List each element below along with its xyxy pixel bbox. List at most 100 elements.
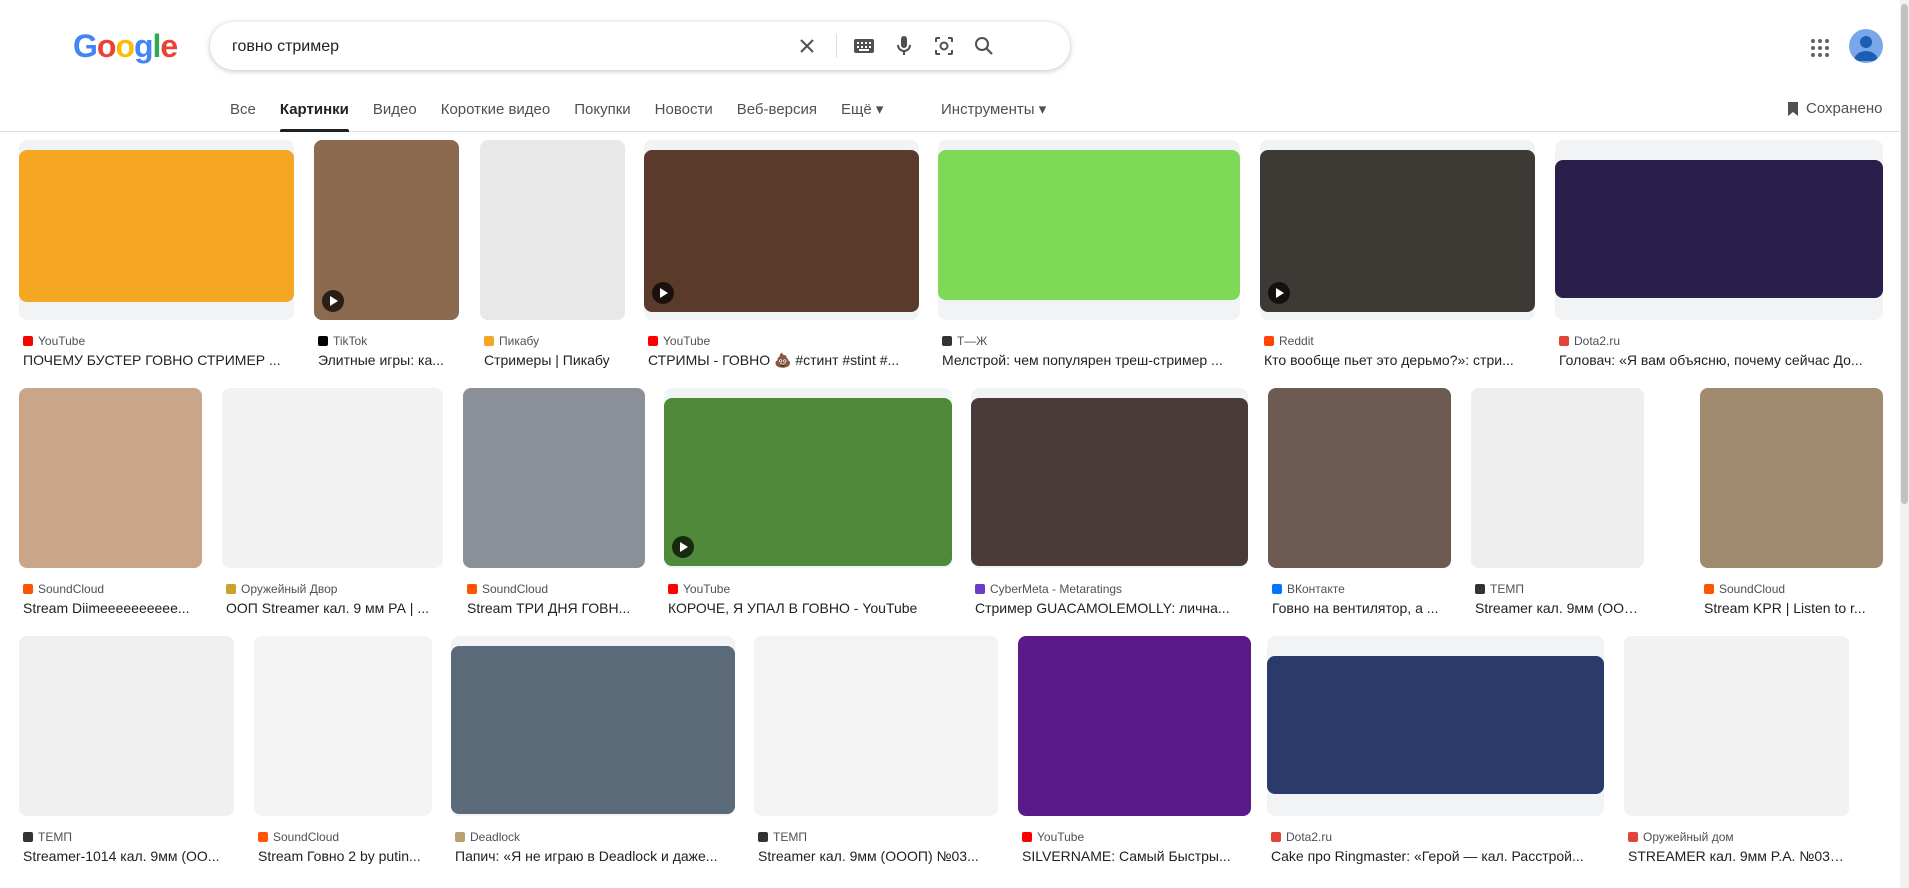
- result-source[interactable]: TikTok: [318, 334, 367, 348]
- scrollbar[interactable]: [1900, 0, 1909, 888]
- google-logo[interactable]: Google: [73, 28, 178, 65]
- apps-grid-icon[interactable]: [1808, 36, 1832, 60]
- result-thumbnail[interactable]: [938, 150, 1240, 300]
- result-title[interactable]: ООП Streamer кал. 9 мм РА | ...: [226, 600, 443, 616]
- result-title[interactable]: SILVERNAME: Самый Быстры...: [1022, 848, 1251, 864]
- result-title[interactable]: Stream Diimeeeeeeeeee...: [23, 600, 202, 616]
- result-thumbnail[interactable]: [1471, 388, 1644, 568]
- result-source[interactable]: Deadlock: [455, 830, 520, 844]
- result-thumbnail[interactable]: [1018, 636, 1251, 816]
- result-thumbnail[interactable]: [971, 398, 1248, 566]
- result-title[interactable]: Головач: «Я вам объясню, почему сейчас Д…: [1559, 352, 1883, 368]
- result-title[interactable]: ПОЧЕМУ БУСТЕР ГОВНО СТРИМЕР ...: [23, 352, 294, 368]
- result-source[interactable]: ВКонтакте: [1272, 582, 1345, 596]
- result-title[interactable]: СТРИМЫ - ГОВНО 💩 #стинт #stint #...: [648, 352, 919, 369]
- camera-lens-icon[interactable]: [932, 34, 956, 58]
- result-title[interactable]: Cake про Ringmaster: «Герой — кал. Расст…: [1271, 848, 1604, 864]
- result-source[interactable]: ТЕМП: [23, 830, 72, 844]
- image-result[interactable]: SoundCloud Stream Говно 2 by putin...: [254, 636, 432, 876]
- result-thumbnail[interactable]: [254, 636, 432, 816]
- image-result[interactable]: Reddit Кто вообще пьет это дерьмо?»: стри…: [1260, 140, 1535, 380]
- result-title[interactable]: Кто вообще пьет это дерьмо?»: стри...: [1264, 352, 1535, 368]
- result-title[interactable]: Стример GUACAMOLEMOLLY: лична...: [975, 600, 1248, 616]
- image-result[interactable]: TikTok Элитные игры: ка...: [314, 140, 459, 380]
- keyboard-icon[interactable]: [852, 34, 876, 58]
- result-thumbnail[interactable]: [754, 636, 998, 816]
- result-title[interactable]: Streamer кал. 9мм (ОООП) №03...: [758, 848, 998, 864]
- search-icon[interactable]: [972, 34, 996, 58]
- result-thumbnail[interactable]: [1260, 150, 1535, 312]
- result-title[interactable]: Stream Говно 2 by putin...: [258, 848, 432, 864]
- result-title[interactable]: Streamer-1014 кал. 9мм (ОО...: [23, 848, 234, 864]
- result-source[interactable]: YouTube: [1022, 830, 1084, 844]
- result-source[interactable]: YouTube: [648, 334, 710, 348]
- result-thumbnail[interactable]: [644, 150, 919, 312]
- result-source[interactable]: SoundCloud: [23, 582, 104, 596]
- result-source[interactable]: Пикабу: [484, 334, 539, 348]
- result-title[interactable]: Элитные игры: ка...: [318, 352, 459, 368]
- result-source[interactable]: CyberMeta - Metaratings: [975, 582, 1122, 596]
- image-result[interactable]: YouTube СТРИМЫ - ГОВНО 💩 #стинт #stint #.…: [644, 140, 919, 380]
- image-result[interactable]: Пикабу Стримеры | Пикабу: [480, 140, 625, 380]
- search-input[interactable]: [230, 22, 854, 72]
- result-source[interactable]: ТЕМП: [1475, 582, 1524, 596]
- result-thumbnail[interactable]: [314, 140, 459, 320]
- saved-button[interactable]: Сохранено: [1786, 97, 1882, 121]
- image-result[interactable]: SoundCloud Stream ТРИ ДНЯ ГОВН...: [463, 388, 645, 628]
- tab-2[interactable]: Видео: [373, 98, 417, 132]
- image-result[interactable]: Dota2.ru Головач: «Я вам объясню, почему …: [1555, 140, 1883, 380]
- result-source[interactable]: Reddit: [1264, 334, 1314, 348]
- result-source[interactable]: Dota2.ru: [1559, 334, 1620, 348]
- result-source[interactable]: Оружейный дом: [1628, 830, 1734, 844]
- avatar[interactable]: [1849, 29, 1883, 63]
- result-thumbnail[interactable]: [480, 140, 625, 320]
- result-thumbnail[interactable]: [222, 388, 443, 568]
- result-title[interactable]: Streamer кал. 9мм (ОООП) ...: [1475, 600, 1644, 616]
- result-thumbnail[interactable]: [1700, 388, 1883, 568]
- image-result[interactable]: SoundCloud Stream Diimeeeeeeeeee...: [19, 388, 202, 628]
- result-title[interactable]: Stream KPR | Listen to r...: [1704, 600, 1883, 616]
- result-source[interactable]: SoundCloud: [258, 830, 339, 844]
- result-title[interactable]: STREAMER кал. 9мм P.A. №03300...: [1628, 848, 1849, 864]
- image-result[interactable]: CyberMeta - Metaratings Стример GUACAMOLE…: [971, 388, 1248, 628]
- result-title[interactable]: Папич: «Я не играю в Deadlock и даже...: [455, 848, 735, 864]
- image-result[interactable]: YouTube КОРОЧЕ, Я УПАЛ В ГОВНО - YouTube: [664, 388, 952, 628]
- image-result[interactable]: Т—Ж Мелстрой: чем популярен треш-стример …: [938, 140, 1240, 380]
- result-thumbnail[interactable]: [463, 388, 645, 568]
- result-source[interactable]: Т—Ж: [942, 334, 987, 348]
- result-source[interactable]: ТЕМП: [758, 830, 807, 844]
- result-title[interactable]: КОРОЧЕ, Я УПАЛ В ГОВНО - YouTube: [668, 600, 952, 616]
- image-result[interactable]: ТЕМП Streamer кал. 9мм (ОООП) ...: [1471, 388, 1644, 628]
- tab-5[interactable]: Новости: [655, 98, 713, 132]
- result-thumbnail[interactable]: [1624, 636, 1849, 816]
- result-thumbnail[interactable]: [1267, 656, 1604, 794]
- result-thumbnail[interactable]: [19, 150, 294, 302]
- result-title[interactable]: Стримеры | Пикабу: [484, 352, 625, 368]
- result-title[interactable]: Stream ТРИ ДНЯ ГОВН...: [467, 600, 645, 616]
- tab-4[interactable]: Покупки: [574, 98, 630, 132]
- result-title[interactable]: Мелстрой: чем популярен треш-стример ...: [942, 352, 1240, 368]
- image-result[interactable]: Deadlock Папич: «Я не играю в Deadlock и …: [451, 636, 735, 876]
- tab-7[interactable]: Ещё ▾: [841, 98, 883, 132]
- result-title[interactable]: Говно на вентилятор, а ...: [1272, 600, 1451, 616]
- result-source[interactable]: SoundCloud: [467, 582, 548, 596]
- microphone-icon[interactable]: [892, 34, 916, 58]
- tab-1[interactable]: Картинки: [279, 98, 349, 132]
- result-source[interactable]: YouTube: [23, 334, 85, 348]
- tools-button[interactable]: Инструменты ▾: [941, 98, 1046, 122]
- image-result[interactable]: ТЕМП Streamer-1014 кал. 9мм (ОО...: [19, 636, 234, 876]
- image-result[interactable]: Оружейный дом STREAMER кал. 9мм P.A. №033…: [1624, 636, 1849, 876]
- result-thumbnail[interactable]: [451, 646, 735, 814]
- result-source[interactable]: Dota2.ru: [1271, 830, 1332, 844]
- tab-0[interactable]: Все: [230, 98, 256, 132]
- image-result[interactable]: YouTube ПОЧЕМУ БУСТЕР ГОВНО СТРИМЕР ...: [19, 140, 294, 380]
- result-thumbnail[interactable]: [1268, 388, 1451, 568]
- image-result[interactable]: SoundCloud Stream KPR | Listen to r...: [1700, 388, 1883, 628]
- image-result[interactable]: ТЕМП Streamer кал. 9мм (ОООП) №03...: [754, 636, 998, 876]
- tab-3[interactable]: Короткие видео: [441, 98, 551, 132]
- image-result[interactable]: Оружейный Двор ООП Streamer кал. 9 мм РА …: [222, 388, 443, 628]
- result-thumbnail[interactable]: [19, 388, 202, 568]
- image-result[interactable]: YouTube SILVERNAME: Самый Быстры...: [1018, 636, 1251, 876]
- scrollbar-thumb[interactable]: [1901, 4, 1908, 504]
- tab-6[interactable]: Веб-версия: [737, 98, 817, 132]
